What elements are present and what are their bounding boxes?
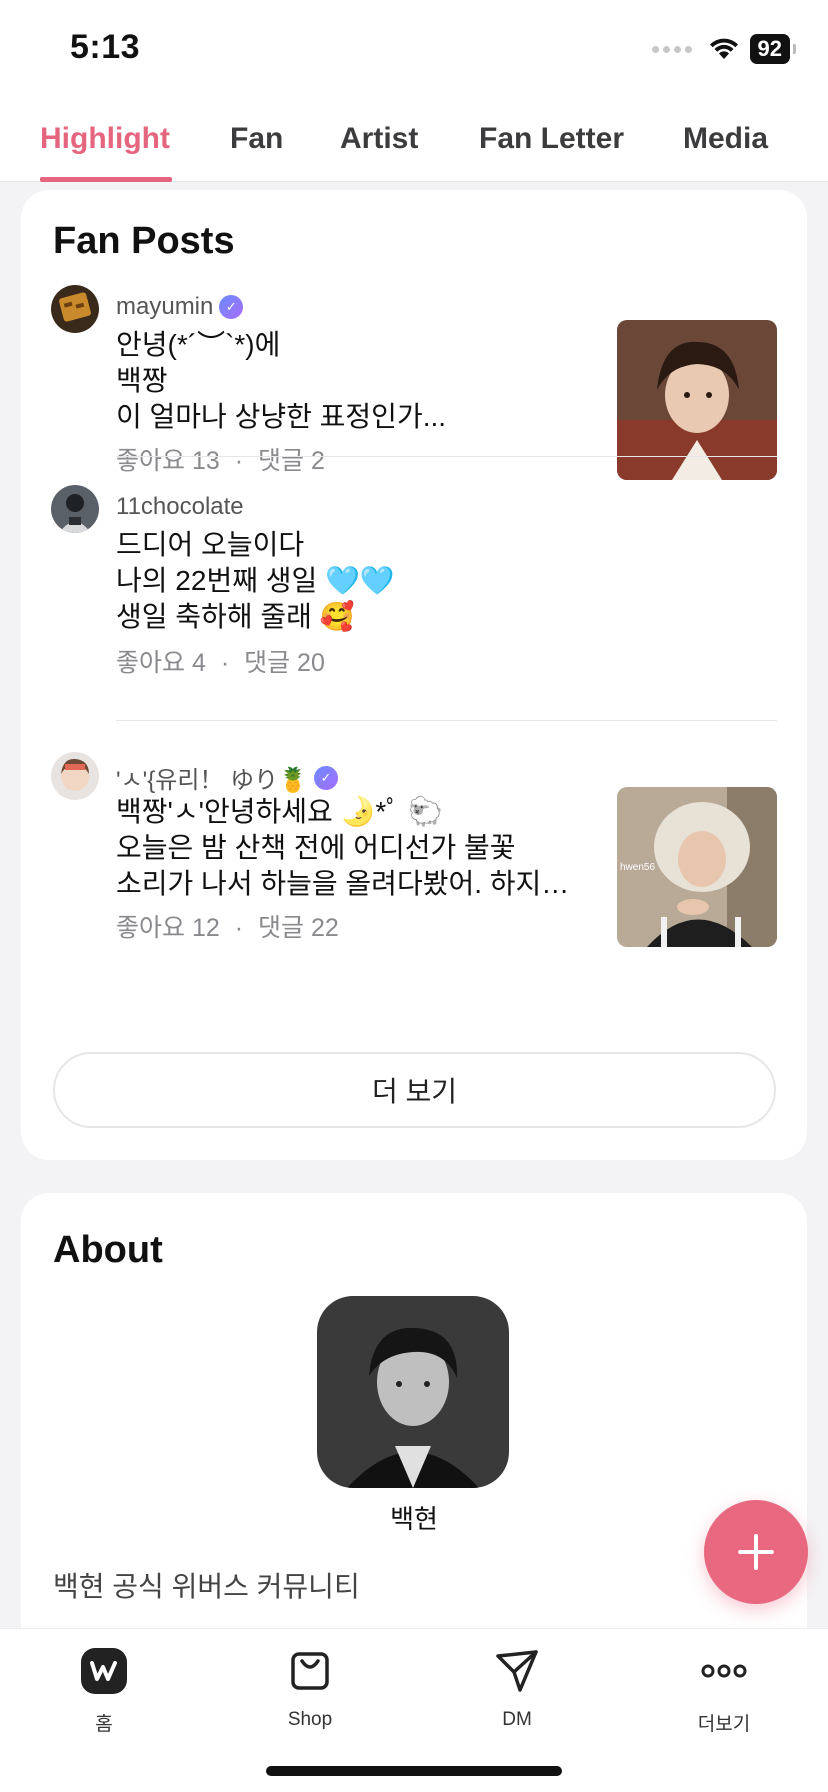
meta-separator: · <box>234 914 244 942</box>
post-meta: 좋아요 12 · 댓글 22 <box>116 908 339 944</box>
active-tab-indicator <box>40 177 172 182</box>
create-post-button[interactable] <box>704 1500 808 1604</box>
wifi-icon <box>709 38 738 59</box>
post-text[interactable]: 안녕(*´︶`*)에 백짱 이 얼마나 상냥한 표정인가... <box>116 327 446 435</box>
battery-indicator: 92 <box>749 34 797 64</box>
post-username[interactable]: 'ㅅ'{유리！ ゆり🍍 ✓ <box>116 760 338 795</box>
nav-shop-label: Shop <box>287 1709 333 1730</box>
artist-profile-image[interactable] <box>317 1296 509 1488</box>
post-username[interactable]: mayumin ✓ <box>116 293 244 321</box>
see-more-button[interactable]: 더 보기 <box>53 1052 776 1128</box>
username-text[interactable]: 11chocolate <box>116 493 244 521</box>
status-indicators: 92 <box>651 34 797 64</box>
post-likes: 좋아요 4 <box>116 649 206 677</box>
meta-separator: · <box>234 447 244 475</box>
nav-dm-label: DM <box>502 1709 532 1730</box>
nav-home[interactable]: 홈 <box>44 1643 164 1736</box>
tab-fan[interactable]: Fan <box>230 122 283 156</box>
post-comments: 댓글 22 <box>258 914 339 942</box>
nav-more[interactable]: 더보기 <box>664 1643 784 1736</box>
nav-dm[interactable]: DM <box>457 1643 577 1731</box>
post-text[interactable]: 백짱'ㅅ'안녕하세요 🌛*ﾟ 🐑 오늘은 밤 산책 전에 어디선가 불꽃 소리가… <box>116 794 569 902</box>
nav-more-label: 더보기 <box>697 1714 751 1735</box>
shopping-bag-icon <box>282 1643 338 1699</box>
tab-artist[interactable]: Artist <box>340 122 418 156</box>
tab-media[interactable]: Media <box>683 122 768 156</box>
tab-fan-letter[interactable]: Fan Letter <box>479 122 624 156</box>
verified-badge-icon: ✓ <box>313 765 338 790</box>
post-meta: 좋아요 13 · 댓글 2 <box>116 441 325 477</box>
username-text[interactable]: 'ㅅ'{유리！ ゆり🍍 <box>116 760 308 795</box>
about-title: About <box>53 1229 163 1271</box>
fan-posts-card: Fan Posts mayumin ✓ 안녕(*´︶`*)에 백짱 이 얼마나 … <box>21 190 807 1160</box>
community-description: 백현 공식 위버스 커뮤니티 <box>53 1571 360 1602</box>
avatar[interactable] <box>51 752 99 800</box>
post-comments: 댓글 2 <box>258 447 325 475</box>
post-divider <box>116 456 777 457</box>
post-image-thumbnail[interactable]: hwen56 <box>617 787 777 947</box>
more-dots-icon <box>696 1643 752 1699</box>
artist-name[interactable]: 백현 <box>21 1499 807 1536</box>
tab-highlight[interactable]: Highlight <box>40 122 170 156</box>
nav-home-label: 홈 <box>95 1714 113 1735</box>
post-likes: 좋아요 12 <box>116 914 220 942</box>
post-text[interactable]: 드디어 오늘이다 나의 22번째 생일 🩵🩵 생일 축하해 줄래 🥰 <box>116 527 395 635</box>
top-tab-bar: Highlight Fan Artist Fan Letter Media <box>0 100 828 182</box>
meta-separator: · <box>220 649 230 677</box>
status-time: 5:13 <box>70 28 141 66</box>
post-likes: 좋아요 13 <box>116 447 220 475</box>
post-divider <box>116 720 777 721</box>
username-text[interactable]: mayumin <box>116 293 213 321</box>
post-meta: 좋아요 4 · 댓글 20 <box>116 643 325 679</box>
post-comments: 댓글 20 <box>244 649 325 677</box>
cellular-signal-icon <box>651 45 692 53</box>
verified-badge-icon: ✓ <box>219 295 244 319</box>
post-username[interactable]: 11chocolate <box>116 493 244 521</box>
paper-plane-icon <box>489 1643 545 1699</box>
image-watermark: hwen56 <box>620 862 656 873</box>
about-card: About 백현 백현 공식 위버스 커뮤니티 <box>21 1193 807 1653</box>
avatar[interactable] <box>51 285 99 333</box>
weverse-home-icon <box>76 1643 132 1699</box>
home-indicator <box>266 1766 562 1776</box>
avatar[interactable] <box>51 485 99 533</box>
status-bar: 5:13 92 <box>0 0 828 100</box>
fan-posts-title: Fan Posts <box>53 220 235 262</box>
plus-icon <box>738 1534 774 1570</box>
nav-shop[interactable]: Shop <box>250 1643 370 1731</box>
